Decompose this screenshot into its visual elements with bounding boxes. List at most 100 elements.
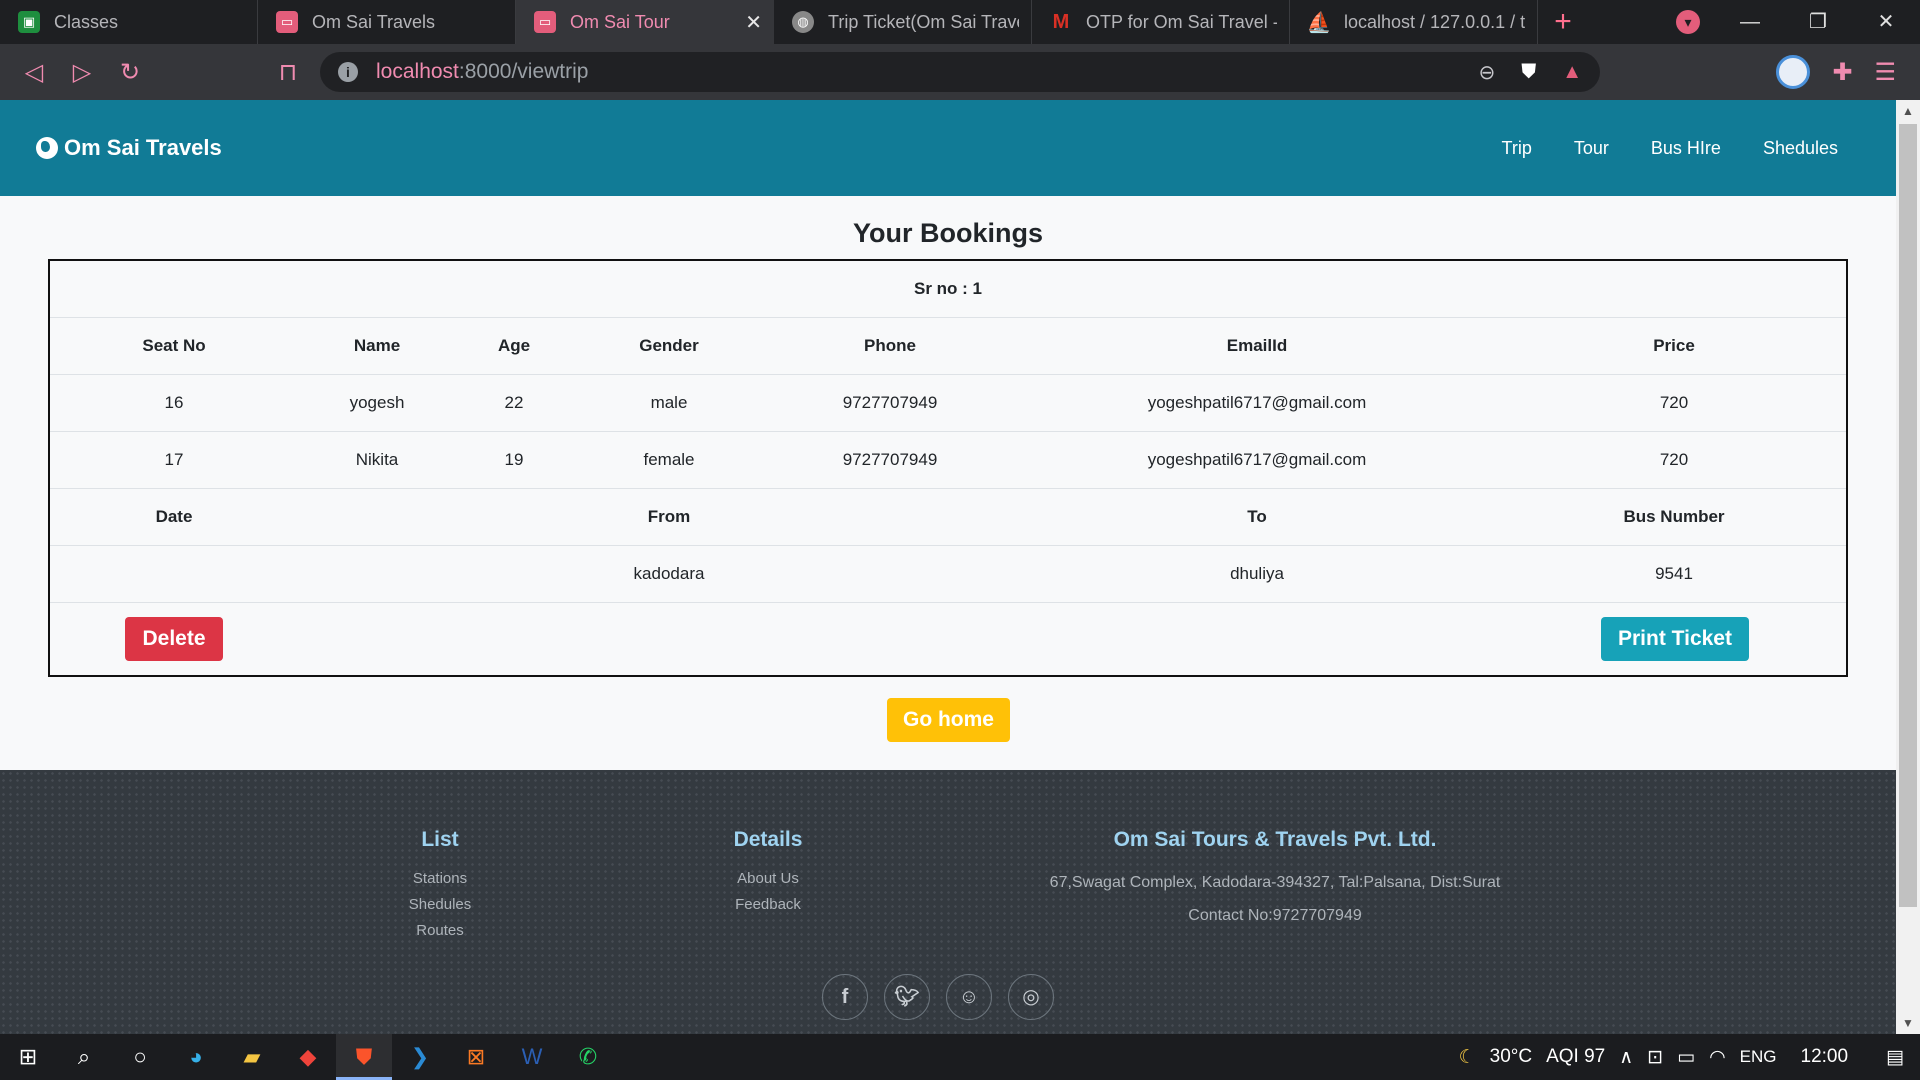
snapchat-icon[interactable]: ☺ (946, 974, 992, 1020)
search-icon[interactable]: ⌕ (56, 1034, 112, 1080)
footer-list-title: List (421, 828, 459, 851)
whatsapp-icon[interactable]: ✆ (560, 1034, 616, 1080)
delete-button[interactable]: Delete (125, 617, 223, 661)
header-phone: Phone (864, 336, 916, 355)
instagram-icon[interactable]: ◎ (1008, 974, 1054, 1020)
table-row: 16 yogesh 22 male 9727707949 yogeshpatil… (50, 375, 1846, 432)
nav-shedules[interactable]: Shedules (1742, 138, 1860, 159)
word-icon[interactable]: W (504, 1034, 560, 1080)
url-text[interactable]: localhost:8000/viewtrip (376, 60, 588, 84)
nav-bus-hire[interactable]: Bus HIre (1630, 138, 1742, 159)
footer-link-shedules[interactable]: Shedules (400, 892, 480, 918)
profile-avatar-icon[interactable] (1776, 55, 1811, 89)
seat-no: 17 (164, 450, 184, 469)
trip-header-row: Date From To Bus Number (50, 489, 1846, 546)
windows-start-icon[interactable]: ⊞ (0, 1034, 56, 1080)
scrollbar-thumb[interactable] (1899, 124, 1917, 907)
page-scrollbar[interactable]: ▲ ▼ (1896, 100, 1920, 1034)
twitter-icon[interactable]: 🐦︎ (884, 974, 930, 1020)
close-window-icon[interactable]: ✕ (1852, 0, 1920, 44)
vscode-icon[interactable]: ❯ (392, 1034, 448, 1080)
scroll-down-icon[interactable]: ▼ (1896, 1016, 1920, 1030)
brave-browser-icon[interactable]: ⛊ (336, 1034, 392, 1080)
weather-aqi[interactable]: AQI 97 (1546, 1046, 1605, 1068)
restore-icon[interactable]: ❐ (1784, 0, 1852, 44)
bookmark-icon[interactable]: ⊓ (264, 48, 312, 96)
windows-taskbar: ⊞ ⌕ ○ ◕ ▰ ◆ ⛊ ❯ ⊠ W ✆ ☾ 30°C AQI 97 ∧ ⊡ … (0, 1034, 1920, 1080)
address-bar[interactable]: i localhost:8000/viewtrip ⊖ ⛊ ▲ (320, 52, 1600, 92)
site-info-icon[interactable]: i (338, 62, 358, 82)
tab-label: Om Sai Travels (312, 11, 436, 32)
footer-company-column: Om Sai Tours & Travels Pvt. Ltd. 67,Swag… (1030, 828, 1520, 932)
site-brand[interactable]: Om Sai Travels (36, 135, 222, 161)
passenger-name: Nikita (355, 450, 399, 469)
tab-label: localhost / 127.0.0.1 / tra (1344, 11, 1525, 32)
footer-link-routes[interactable]: Routes (400, 918, 480, 944)
brave-rewards-icon[interactable]: ▲ (1562, 61, 1582, 84)
header-name: Name (353, 336, 401, 355)
passenger-phone: 9727707949 (842, 393, 938, 412)
new-tab-button[interactable]: + (1538, 0, 1588, 44)
footer-details-title: Details (733, 828, 803, 851)
footer-link-stations[interactable]: Stations (400, 866, 480, 892)
footer-link-feedback[interactable]: Feedback (718, 892, 818, 918)
passenger-header-row: Seat No Name Age Gender Phone EmailId Pr… (50, 318, 1846, 375)
tab-otp-gmail[interactable]: M OTP for Om Sai Travel - y (1032, 0, 1290, 44)
zoom-icon[interactable]: ⊖ (1478, 60, 1495, 85)
sr-no-row: Sr no : 1 (50, 261, 1846, 318)
file-explorer-icon[interactable]: ▰ (224, 1034, 280, 1080)
header-seat-no: Seat No (142, 336, 206, 355)
minimize-icon[interactable]: — (1716, 0, 1784, 44)
scroll-up-icon[interactable]: ▲ (1896, 104, 1920, 118)
bus-icon: ▭ (276, 11, 298, 33)
header-age: Age (497, 336, 531, 355)
header-to: To (1247, 507, 1267, 526)
cortana-icon[interactable]: ○ (112, 1034, 168, 1080)
site-navbar: Om Sai Travels Trip Tour Bus HIre Shedul… (0, 100, 1896, 196)
tab-label: OTP for Om Sai Travel - y (1086, 11, 1277, 32)
weather-moon-icon[interactable]: ☾ (1459, 1046, 1476, 1069)
reload-icon[interactable]: ↻ (106, 48, 154, 96)
tab-trip-ticket[interactable]: ◍ Trip Ticket(Om Sai Travel) (774, 0, 1032, 44)
menu-icon[interactable]: ☰ (1874, 58, 1896, 87)
weather-temp[interactable]: 30°C (1490, 1046, 1532, 1068)
trip-to: dhuliya (1230, 564, 1284, 583)
google-classroom-icon: ▣ (18, 11, 40, 33)
close-tab-icon[interactable]: ✕ (745, 10, 762, 35)
print-ticket-button[interactable]: Print Ticket (1601, 617, 1749, 661)
forward-icon[interactable]: ▷ (58, 48, 106, 96)
xampp-icon[interactable]: ⊠ (448, 1034, 504, 1080)
facebook-icon[interactable]: f (822, 974, 868, 1020)
tab-om-sai-tour[interactable]: ▭ Om Sai Tour ✕ (516, 0, 774, 44)
tab-phpmyadmin[interactable]: ⛵ localhost / 127.0.0.1 / tra (1290, 0, 1538, 44)
trip-row: kadodara dhuliya 9541 (50, 546, 1846, 603)
browser-toolbar: ◁ ▷ ↻ ⊓ i localhost:8000/viewtrip ⊖ ⛊ ▲ … (0, 44, 1920, 100)
brave-shields-icon[interactable]: ⛊ (1521, 61, 1536, 84)
network-device-icon[interactable]: ⊡ (1647, 1046, 1663, 1069)
wifi-icon[interactable]: ◠ (1709, 1046, 1726, 1069)
passenger-email: yogeshpatil6717@gmail.com (1147, 450, 1367, 469)
passenger-email: yogeshpatil6717@gmail.com (1147, 393, 1367, 412)
edge-icon[interactable]: ◕ (168, 1034, 224, 1080)
tab-om-sai-travels[interactable]: ▭ Om Sai Travels (258, 0, 516, 44)
trip-bus-number: 9541 (1655, 564, 1693, 583)
extensions-puzzle-icon[interactable]: ✚ (1832, 58, 1852, 87)
battery-icon[interactable]: ▭ (1677, 1046, 1695, 1069)
anydesk-icon[interactable]: ◆ (280, 1034, 336, 1080)
trip-from: kadodara (633, 564, 705, 583)
tray-expand-icon[interactable]: ∧ (1619, 1046, 1633, 1069)
nav-tour[interactable]: Tour (1553, 138, 1630, 159)
notifications-icon[interactable]: ▤ (1886, 1046, 1904, 1069)
footer-link-about[interactable]: About Us (718, 866, 818, 892)
globe-icon (36, 137, 58, 159)
clock[interactable]: 12:00 (1801, 1046, 1849, 1068)
footer-list-column: List Stations Shedules Routes (400, 828, 480, 944)
passenger-age: 19 (504, 450, 524, 469)
tab-search-dropdown-icon[interactable]: ▾ (1676, 10, 1700, 34)
language-indicator[interactable]: ENG (1740, 1047, 1777, 1067)
tab-classes[interactable]: ▣ Classes (0, 0, 258, 44)
go-home-button[interactable]: Go home (887, 698, 1010, 742)
passenger-gender: male (650, 393, 688, 412)
back-icon[interactable]: ◁ (10, 48, 58, 96)
nav-trip[interactable]: Trip (1481, 138, 1553, 159)
